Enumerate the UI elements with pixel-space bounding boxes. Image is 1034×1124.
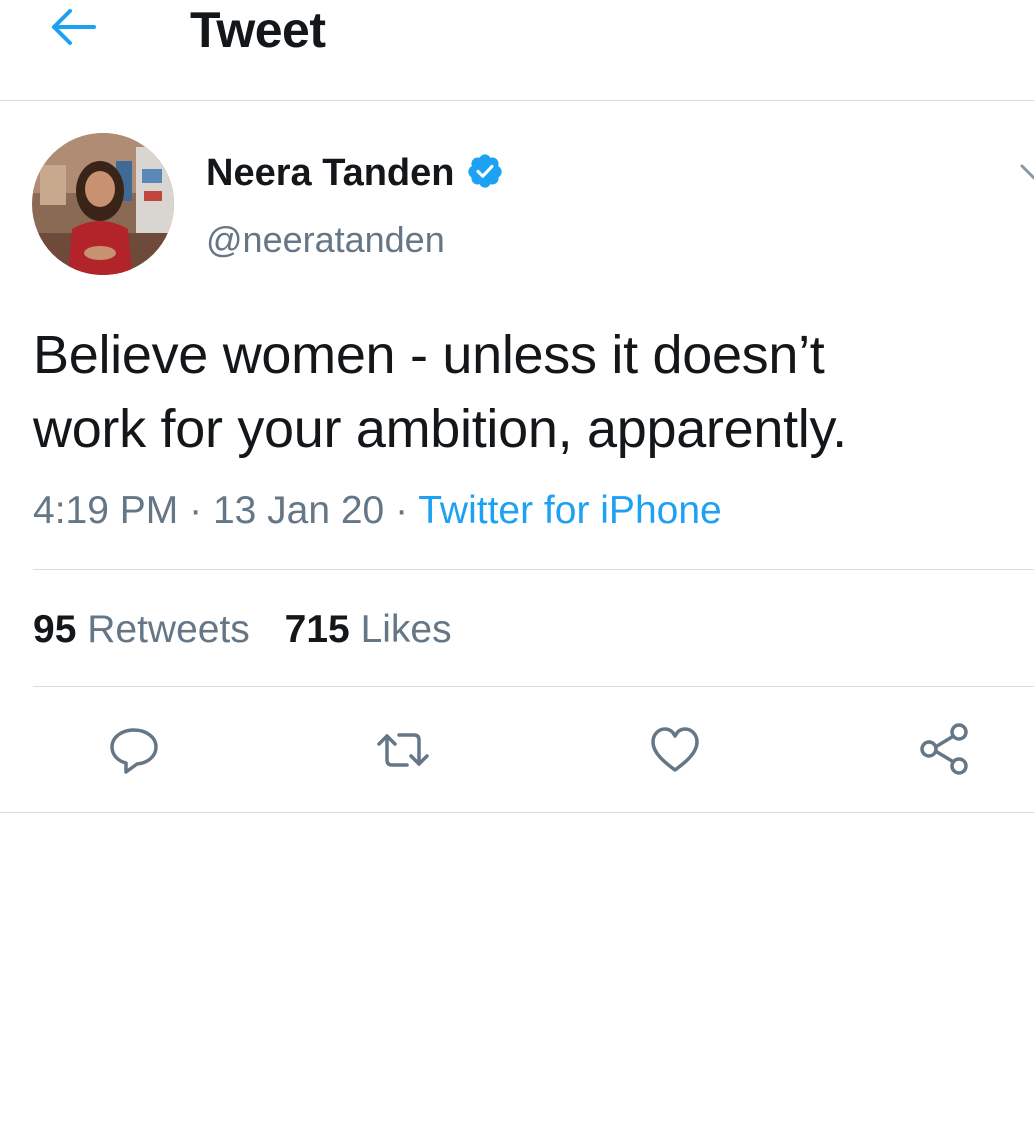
likes-count: 715 [284,608,350,651]
heart-icon [651,727,699,772]
chevron-down-icon [1020,164,1034,180]
retweets-label: Retweets [87,608,250,651]
share-icon [920,723,968,775]
share-button[interactable] [917,722,973,778]
profile-photo [32,133,174,275]
meta-separator: · [395,489,409,532]
tweet-text: Believe women - unless it doesn’t work f… [33,318,993,466]
top-bar: Tweet [0,0,1034,101]
divider [33,569,1034,570]
divider [0,812,1034,813]
meta-separator: · [189,489,203,532]
likes-stat[interactable]: 715 Likes [285,607,452,653]
reply-icon [110,728,158,774]
tweet-metadata: 4:19 PM · 13 Jan 20 · Twitter for iPhone [33,488,722,534]
tweet-stats: 95 Retweets 715 Likes [33,607,452,653]
author-name-text: Neera Tanden [206,152,455,194]
verified-badge-icon [466,152,504,190]
retweet-button[interactable] [375,722,431,778]
retweet-icon [377,733,429,767]
author-name[interactable]: Neera Tanden [206,150,504,196]
retweets-count: 95 [33,608,77,651]
tweet-time: 4:19 PM [33,489,179,532]
author-handle[interactable]: @neeratanden [206,218,445,262]
back-button[interactable] [44,0,104,60]
tweet-date: 13 Jan 20 [212,489,385,532]
reply-button[interactable] [106,722,162,778]
page-title: Tweet [190,2,326,58]
tweet-text-line: work for your ambition, apparently. [33,399,847,459]
avatar[interactable] [32,133,174,275]
more-options-button[interactable] [1010,150,1034,190]
tweet-source-link[interactable]: Twitter for iPhone [418,489,721,532]
likes-label: Likes [360,608,452,651]
arrow-left-icon [52,9,96,45]
tweet-text-line: Believe women - unless it doesn’t [33,325,825,385]
retweets-stat[interactable]: 95 Retweets [33,607,250,653]
divider [33,686,1034,687]
like-button[interactable] [647,722,703,778]
